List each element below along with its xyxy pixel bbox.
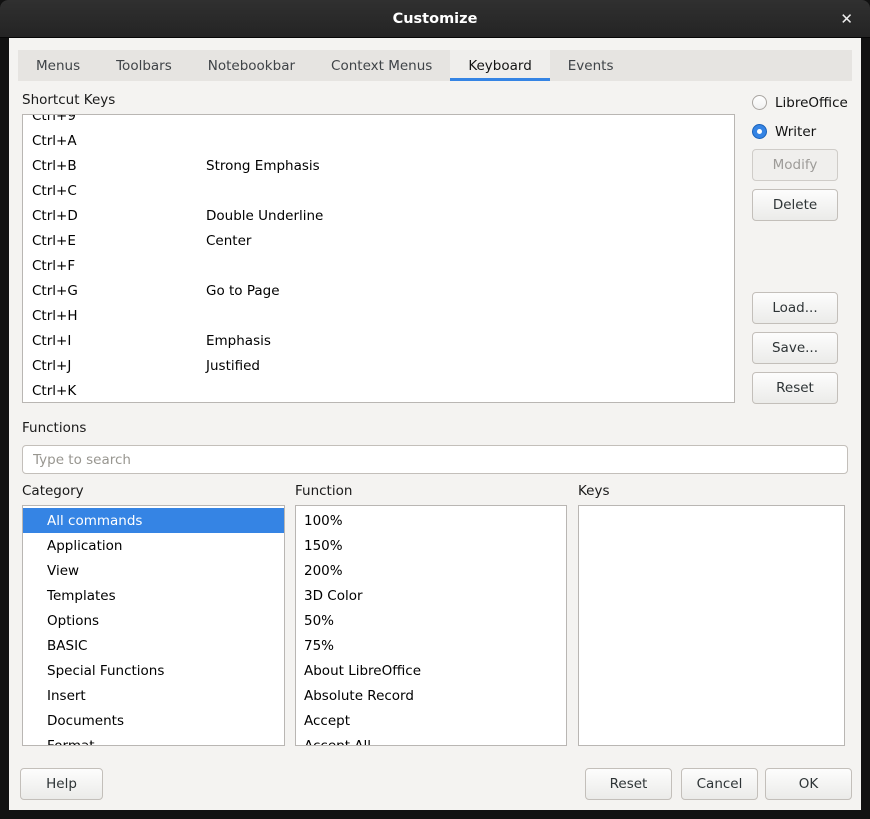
radio-libreoffice[interactable]: LibreOffice xyxy=(752,94,848,111)
function-item[interactable]: Accept All xyxy=(296,733,566,746)
category-item[interactable]: Special Functions xyxy=(23,658,284,683)
help-button[interactable]: Help xyxy=(20,768,103,800)
search-input[interactable] xyxy=(22,445,848,474)
shortcut-list-rows: Ctrl+9 Ctrl+A Ctrl+B Strong Emphasis Ctrl+C C… xyxy=(23,114,734,403)
tab-keyboard[interactable]: Keyboard xyxy=(450,50,549,81)
load-button[interactable]: Load... xyxy=(752,292,838,324)
function-item[interactable]: About LibreOffice xyxy=(296,658,566,683)
category-list[interactable]: All commandsApplicationViewTemplatesOpti… xyxy=(22,505,285,746)
function-item[interactable]: 50% xyxy=(296,608,566,633)
shortcut-command: Emphasis xyxy=(206,333,271,349)
function-item[interactable]: 100% xyxy=(296,508,566,533)
shortcut-row[interactable]: Ctrl+D Double Underline xyxy=(23,203,734,228)
titlebar[interactable]: Customize ✕ xyxy=(0,0,870,38)
radio-writer[interactable]: Writer xyxy=(752,123,816,140)
category-item[interactable]: Templates xyxy=(23,583,284,608)
modify-button[interactable]: Modify xyxy=(752,149,838,181)
ok-button[interactable]: OK xyxy=(765,768,852,800)
shortcut-key: Ctrl+B xyxy=(32,158,77,174)
save-button[interactable]: Save... xyxy=(752,332,838,364)
shortcut-command: Strong Emphasis xyxy=(206,158,320,174)
shortcut-key: Ctrl+I xyxy=(32,333,71,349)
functions-label: Functions xyxy=(22,420,86,436)
tab-events[interactable]: Events xyxy=(550,50,632,81)
reset-shortcuts-button[interactable]: Reset xyxy=(752,372,838,404)
shortcut-command: Go to Page xyxy=(206,283,280,299)
shortcut-keys-label: Shortcut Keys xyxy=(22,92,115,108)
shortcut-key: Ctrl+G xyxy=(32,283,78,299)
shortcut-key: Ctrl+A xyxy=(32,133,77,149)
shortcut-row[interactable]: Ctrl+B Strong Emphasis xyxy=(23,153,734,178)
shortcut-key: Ctrl+9 xyxy=(32,114,76,124)
function-item[interactable]: 200% xyxy=(296,558,566,583)
delete-button[interactable]: Delete xyxy=(752,189,838,221)
shortcut-key: Ctrl+F xyxy=(32,258,75,274)
category-item[interactable]: View xyxy=(23,558,284,583)
function-item[interactable]: Absolute Record xyxy=(296,683,566,708)
shortcut-row[interactable]: Ctrl+J Justified xyxy=(23,353,734,378)
shortcut-row[interactable]: Ctrl+F xyxy=(23,253,734,278)
close-icon[interactable]: ✕ xyxy=(840,0,853,38)
function-item[interactable]: 75% xyxy=(296,633,566,658)
cancel-button[interactable]: Cancel xyxy=(681,768,758,800)
shortcut-key: Ctrl+J xyxy=(32,358,71,374)
shortcut-key: Ctrl+H xyxy=(32,308,77,324)
category-item[interactable]: BASIC xyxy=(23,633,284,658)
keys-list[interactable] xyxy=(578,505,845,746)
radio-label: Writer xyxy=(775,124,816,140)
shortcut-row[interactable]: Ctrl+K xyxy=(23,378,734,403)
tab-context-menus[interactable]: Context Menus xyxy=(313,50,450,81)
category-item[interactable]: All commands xyxy=(23,508,284,533)
function-column-label: Function xyxy=(295,483,352,499)
shortcut-key: Ctrl+E xyxy=(32,233,76,249)
tab-menus[interactable]: Menus xyxy=(18,50,98,81)
function-item[interactable]: Accept xyxy=(296,708,566,733)
shortcut-command: Double Underline xyxy=(206,208,323,224)
shortcut-row[interactable]: Ctrl+E Center xyxy=(23,228,734,253)
footer-reset-button[interactable]: Reset xyxy=(585,768,672,800)
category-item[interactable]: Format xyxy=(23,733,284,746)
window-title: Customize xyxy=(393,11,478,27)
shortcut-key: Ctrl+K xyxy=(32,383,76,399)
radio-icon xyxy=(752,95,767,110)
shortcut-row[interactable]: Ctrl+9 xyxy=(23,114,734,128)
function-item[interactable]: 150% xyxy=(296,533,566,558)
shortcut-list[interactable]: Ctrl+9 Ctrl+A Ctrl+B Strong Emphasis Ctrl+C C… xyxy=(22,114,735,403)
shortcut-command: Justified xyxy=(206,358,260,374)
shortcut-row[interactable]: Ctrl+C xyxy=(23,178,734,203)
tab-notebookbar[interactable]: Notebookbar xyxy=(190,50,313,81)
shortcut-row[interactable]: Ctrl+G Go to Page xyxy=(23,278,734,303)
customize-dialog: Customize ✕ MenusToolbarsNotebookbarCont… xyxy=(0,0,870,819)
category-item[interactable]: Application xyxy=(23,533,284,558)
category-item[interactable]: Documents xyxy=(23,708,284,733)
category-item[interactable]: Insert xyxy=(23,683,284,708)
radio-icon xyxy=(752,124,767,139)
tab-bar: MenusToolbarsNotebookbarContext MenusKey… xyxy=(18,50,852,81)
shortcut-command: Center xyxy=(206,233,251,249)
keys-column-label: Keys xyxy=(578,483,610,499)
category-item[interactable]: Options xyxy=(23,608,284,633)
shortcut-key: Ctrl+C xyxy=(32,183,77,199)
function-item[interactable]: 3D Color xyxy=(296,583,566,608)
shortcut-row[interactable]: Ctrl+I Emphasis xyxy=(23,328,734,353)
shortcut-row[interactable]: Ctrl+H xyxy=(23,303,734,328)
shortcut-row[interactable]: Ctrl+A xyxy=(23,128,734,153)
tab-toolbars[interactable]: Toolbars xyxy=(98,50,190,81)
function-list[interactable]: 100%150%200%3D Color50%75%About LibreOff… xyxy=(295,505,567,746)
dialog-content: MenusToolbarsNotebookbarContext MenusKey… xyxy=(9,38,861,810)
shortcut-key: Ctrl+D xyxy=(32,208,78,224)
category-column-label: Category xyxy=(22,483,84,499)
radio-label: LibreOffice xyxy=(775,95,848,111)
